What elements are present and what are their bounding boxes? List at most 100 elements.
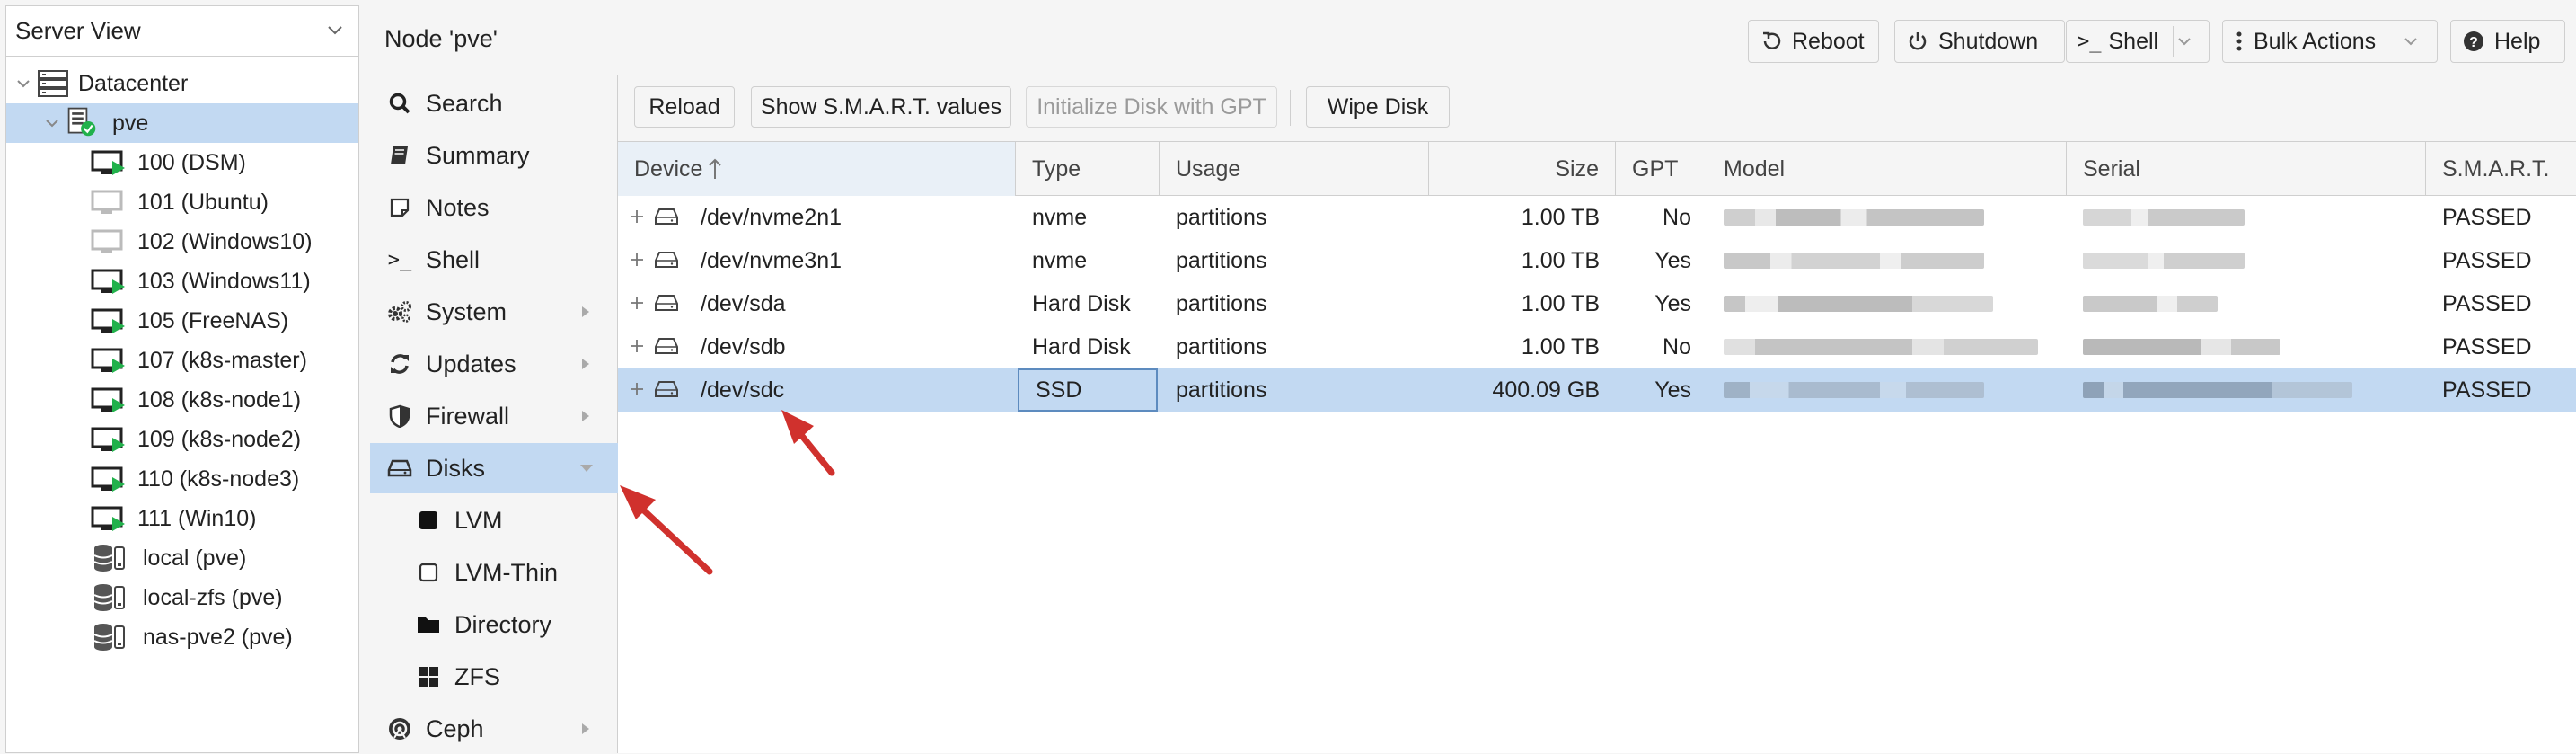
cell-smart: PASSED bbox=[2442, 247, 2532, 273]
tree-item-datacenter[interactable]: Datacenter bbox=[6, 64, 358, 103]
hdd-icon bbox=[655, 252, 678, 268]
column-header-size[interactable]: Size bbox=[1429, 142, 1616, 196]
tree-item-label: 105 (FreeNAS) bbox=[137, 307, 289, 333]
nav-item-zfs[interactable]: ZFS bbox=[370, 652, 618, 702]
column-header-usage[interactable]: Usage bbox=[1160, 142, 1429, 196]
nav-label: Updates bbox=[426, 350, 516, 377]
tree-item-vm[interactable]: 111 (Win10) bbox=[6, 499, 358, 538]
tree-item-storage[interactable]: local (pve) bbox=[6, 538, 358, 578]
vm-running-icon bbox=[91, 466, 125, 492]
expand-toggle-icon[interactable] bbox=[42, 113, 62, 133]
sort-ascending-icon bbox=[709, 158, 722, 179]
nav-label: Firewall bbox=[426, 402, 510, 430]
node-navigation: Search Summary Notes >_ Shell System Upd… bbox=[370, 75, 618, 753]
nav-label: LVM bbox=[454, 506, 503, 534]
tree-item-label: 103 (Windows11) bbox=[137, 268, 311, 294]
nav-item-updates[interactable]: Updates bbox=[370, 339, 618, 389]
bulk-actions-button[interactable]: Bulk Actions bbox=[2222, 20, 2438, 63]
column-header-model[interactable]: Model bbox=[1707, 142, 2067, 196]
cell-size: 1.00 TB bbox=[1521, 333, 1600, 359]
reload-button[interactable]: Reload bbox=[634, 86, 735, 128]
shield-icon bbox=[386, 403, 413, 430]
kebab-menu-icon bbox=[2236, 31, 2242, 51]
table-row[interactable]: /dev/sda Hard Disk partitions 1.00 TB Ye… bbox=[618, 282, 2576, 325]
reload-label: Reload bbox=[648, 93, 720, 120]
cogs-icon bbox=[386, 298, 413, 325]
cell-smart: PASSED bbox=[2442, 290, 2532, 316]
tree-item-vm[interactable]: 103 (Windows11) bbox=[6, 262, 358, 301]
tree-item-vm[interactable]: 102 (Windows10) bbox=[6, 222, 358, 262]
nav-label: Shell bbox=[426, 245, 481, 273]
shutdown-button[interactable]: Shutdown bbox=[1894, 20, 2065, 63]
nav-item-lvm-thin[interactable]: LVM-Thin bbox=[370, 547, 618, 598]
reboot-button[interactable]: Reboot bbox=[1748, 20, 1879, 63]
column-header-smart[interactable]: S.M.A.R.T. bbox=[2426, 142, 2576, 196]
column-header-serial[interactable]: Serial bbox=[2067, 142, 2426, 196]
view-selector[interactable]: Server View bbox=[6, 6, 358, 57]
power-icon bbox=[1909, 32, 1927, 50]
tree-item-label: Datacenter bbox=[78, 70, 189, 96]
expand-plus-icon[interactable] bbox=[627, 250, 647, 270]
grid-icon bbox=[415, 663, 442, 690]
cell-usage: partitions bbox=[1176, 247, 1267, 273]
vm-running-icon bbox=[91, 506, 125, 531]
tree-item-storage[interactable]: nas-pve2 (pve) bbox=[6, 617, 358, 657]
storage-icon bbox=[93, 624, 125, 651]
nav-item-summary[interactable]: Summary bbox=[370, 130, 618, 181]
nav-label: Ceph bbox=[426, 714, 484, 742]
vm-stopped-icon bbox=[91, 229, 123, 253]
initialize-disk-gpt-button[interactable]: Initialize Disk with GPT bbox=[1026, 86, 1277, 128]
smart-label: Show S.M.A.R.T. values bbox=[760, 93, 1002, 120]
column-header-gpt[interactable]: GPT bbox=[1616, 142, 1707, 196]
nav-item-lvm[interactable]: LVM bbox=[370, 495, 618, 546]
vm-running-icon bbox=[91, 427, 125, 452]
expand-plus-icon[interactable] bbox=[627, 379, 647, 399]
tree-item-vm[interactable]: 108 (k8s-node1) bbox=[6, 380, 358, 420]
nav-item-disks[interactable]: Disks bbox=[370, 443, 618, 493]
chevron-right-icon bbox=[582, 411, 589, 421]
help-button[interactable]: ? Help bbox=[2450, 20, 2565, 63]
tree-item-vm[interactable]: 105 (FreeNAS) bbox=[6, 301, 358, 341]
disk-grid-header: Device Type Usage Size GPT Model Serial … bbox=[618, 142, 2576, 196]
cell-size: 1.00 TB bbox=[1521, 290, 1600, 316]
nav-item-search[interactable]: Search bbox=[370, 78, 618, 129]
tree-item-vm[interactable]: 109 (k8s-node2) bbox=[6, 420, 358, 459]
tree-item-vm[interactable]: 110 (k8s-node3) bbox=[6, 459, 358, 499]
hdd-icon bbox=[655, 208, 678, 225]
tree-item-vm[interactable]: 100 (DSM) bbox=[6, 143, 358, 182]
shell-button[interactable]: >_ Shell bbox=[2066, 20, 2210, 63]
column-label: Model bbox=[1724, 155, 1786, 182]
tree-item-vm[interactable]: 101 (Ubuntu) bbox=[6, 182, 358, 222]
nav-item-firewall[interactable]: Firewall bbox=[370, 391, 618, 441]
page-title: Node 'pve' bbox=[384, 25, 498, 52]
tree-item-storage[interactable]: local-zfs (pve) bbox=[6, 578, 358, 617]
view-selector-label: Server View bbox=[15, 17, 141, 44]
table-row[interactable]: /dev/sdc SSD partitions 400.09 GB Yes PA… bbox=[618, 368, 2576, 412]
expand-toggle-icon[interactable] bbox=[13, 74, 33, 93]
tree-item-vm[interactable]: 107 (k8s-master) bbox=[6, 341, 358, 380]
nav-item-directory[interactable]: Directory bbox=[370, 599, 618, 650]
lvm-icon bbox=[415, 507, 442, 534]
cell-model-redacted bbox=[1707, 282, 2067, 325]
column-header-device[interactable]: Device bbox=[618, 142, 1016, 196]
expand-plus-icon[interactable] bbox=[627, 207, 647, 226]
show-smart-values-button[interactable]: Show S.M.A.R.T. values bbox=[751, 86, 1011, 128]
table-row[interactable]: /dev/nvme2n1 nvme partitions 1.00 TB No … bbox=[618, 196, 2576, 239]
nav-item-system[interactable]: System bbox=[370, 287, 618, 337]
chevron-right-icon bbox=[582, 723, 589, 734]
reboot-label: Reboot bbox=[1792, 28, 1865, 54]
vm-running-icon bbox=[91, 387, 125, 412]
nav-item-shell[interactable]: >_ Shell bbox=[370, 235, 618, 285]
chevron-down-icon[interactable] bbox=[2176, 33, 2192, 49]
table-row[interactable]: /dev/sdb Hard Disk partitions 1.00 TB No… bbox=[618, 325, 2576, 368]
wipe-disk-button[interactable]: Wipe Disk bbox=[1306, 86, 1450, 128]
nav-item-ceph[interactable]: Ceph bbox=[370, 704, 618, 754]
tree-item-label: pve bbox=[112, 110, 149, 136]
table-row[interactable]: /dev/nvme3n1 nvme partitions 1.00 TB Yes… bbox=[618, 239, 2576, 282]
chevron-down-icon bbox=[580, 465, 593, 472]
nav-item-notes[interactable]: Notes bbox=[370, 182, 618, 233]
expand-plus-icon[interactable] bbox=[627, 293, 647, 313]
column-header-type[interactable]: Type bbox=[1016, 142, 1160, 196]
tree-item-node-pve[interactable]: pve bbox=[6, 103, 358, 143]
expand-plus-icon[interactable] bbox=[627, 336, 647, 356]
